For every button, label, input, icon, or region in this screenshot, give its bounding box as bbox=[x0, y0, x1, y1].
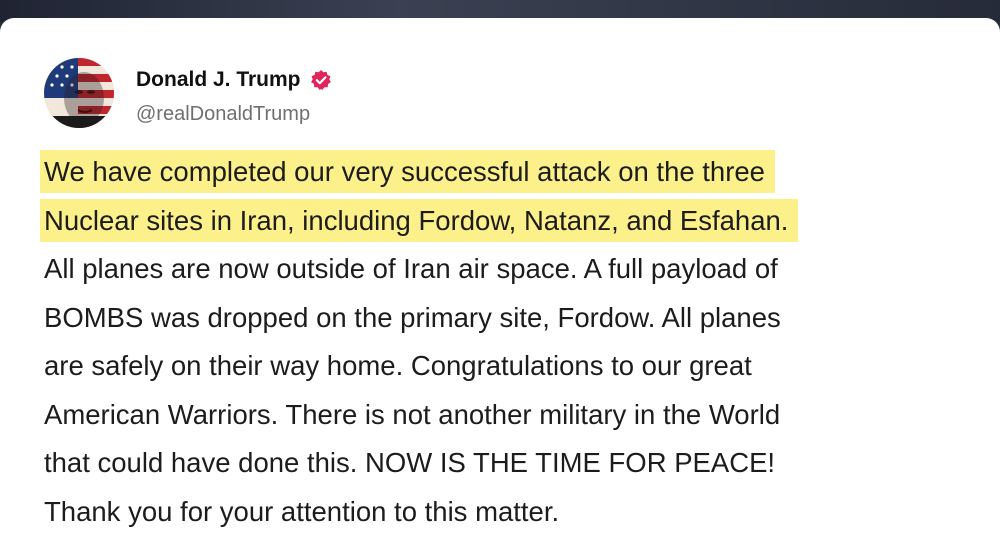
post-line: American Warriors. There is not another … bbox=[44, 398, 781, 430]
avatar-image bbox=[44, 58, 114, 128]
post-text: Nuclear sites in Iran, including Fordow,… bbox=[40, 198, 799, 242]
author-name-row[interactable]: Donald J. Trump bbox=[136, 68, 332, 92]
post-card: Donald J. Trump @realDonaldTrump We have… bbox=[0, 18, 1000, 546]
post-line: are safely on their way home. Congratula… bbox=[44, 350, 752, 381]
post-text: We have completed our very successful at… bbox=[40, 150, 775, 193]
post-line: that could have done this. NOW IS THE TI… bbox=[44, 447, 776, 478]
post-line-highlighted: Nuclear sites in Iran, including Fordow,… bbox=[40, 197, 964, 246]
post-line-highlighted: We have completed our very successful at… bbox=[40, 148, 964, 197]
post-line: Thank you for your attention to this mat… bbox=[44, 495, 560, 527]
post-line: All planes are now outside of Iran air s… bbox=[44, 253, 778, 284]
post-body: We have completed our very successful at… bbox=[40, 148, 964, 536]
author-handle[interactable]: @realDonaldTrump bbox=[136, 103, 310, 126]
avatar[interactable] bbox=[44, 58, 114, 128]
verified-badge-icon bbox=[310, 69, 332, 91]
post-line: BOMBS was dropped on the primary site, F… bbox=[44, 301, 781, 333]
author-name[interactable]: Donald J. Trump bbox=[136, 68, 301, 92]
